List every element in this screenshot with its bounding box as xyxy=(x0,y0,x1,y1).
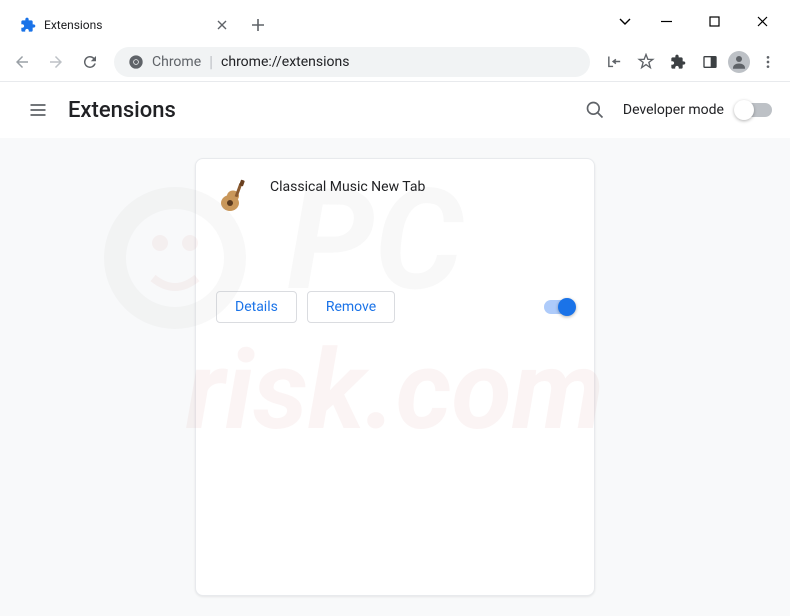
sidepanel-icon[interactable] xyxy=(696,48,724,76)
omnibox-divider: | xyxy=(209,52,213,71)
omnibox-prefix: Chrome xyxy=(152,54,201,70)
extension-enable-toggle[interactable] xyxy=(544,300,574,314)
remove-button[interactable]: Remove xyxy=(307,291,395,323)
developer-mode-toggle[interactable] xyxy=(736,103,772,117)
minimize-button[interactable] xyxy=(644,6,688,36)
reload-button[interactable] xyxy=(76,48,104,76)
back-button[interactable] xyxy=(8,48,36,76)
omnibox-url: chrome://extensions xyxy=(221,54,349,70)
page-title: Extensions xyxy=(68,98,176,123)
bookmark-icon[interactable] xyxy=(632,48,660,76)
extension-card-actions: Details Remove xyxy=(196,279,594,339)
close-window-button[interactable] xyxy=(740,6,784,36)
browser-toolbar: Chrome | chrome://extensions xyxy=(0,42,790,82)
search-button[interactable] xyxy=(575,90,615,130)
developer-mode-label: Developer mode xyxy=(623,102,724,118)
new-tab-button[interactable] xyxy=(244,11,272,39)
page-header: Extensions Developer mode xyxy=(0,82,790,138)
extension-card: Classical Music New Tab Details Remove xyxy=(195,158,595,596)
details-button[interactable]: Details xyxy=(216,291,297,323)
chrome-icon xyxy=(128,54,144,70)
toolbar-actions xyxy=(600,48,782,76)
profile-avatar[interactable] xyxy=(728,51,750,73)
chevron-down-icon[interactable] xyxy=(610,6,640,36)
extensions-list: Classical Music New Tab Details Remove xyxy=(0,138,790,616)
maximize-button[interactable] xyxy=(692,6,736,36)
extensions-icon[interactable] xyxy=(664,48,692,76)
extension-card-header: Classical Music New Tab xyxy=(196,159,594,279)
hamburger-menu-button[interactable] xyxy=(18,90,58,130)
address-bar[interactable]: Chrome | chrome://extensions xyxy=(114,47,590,77)
guitar-icon xyxy=(216,179,252,215)
close-tab-button[interactable] xyxy=(214,17,230,33)
tab-title: Extensions xyxy=(44,18,206,32)
menu-icon[interactable] xyxy=(754,48,782,76)
forward-button[interactable] xyxy=(42,48,70,76)
browser-tab[interactable]: Extensions xyxy=(10,8,240,42)
tab-strip: Extensions xyxy=(0,0,610,42)
puzzle-icon xyxy=(20,17,36,33)
window-titlebar: Extensions xyxy=(0,0,790,42)
window-controls xyxy=(610,0,790,42)
share-icon[interactable] xyxy=(600,48,628,76)
extension-name: Classical Music New Tab xyxy=(270,179,425,269)
